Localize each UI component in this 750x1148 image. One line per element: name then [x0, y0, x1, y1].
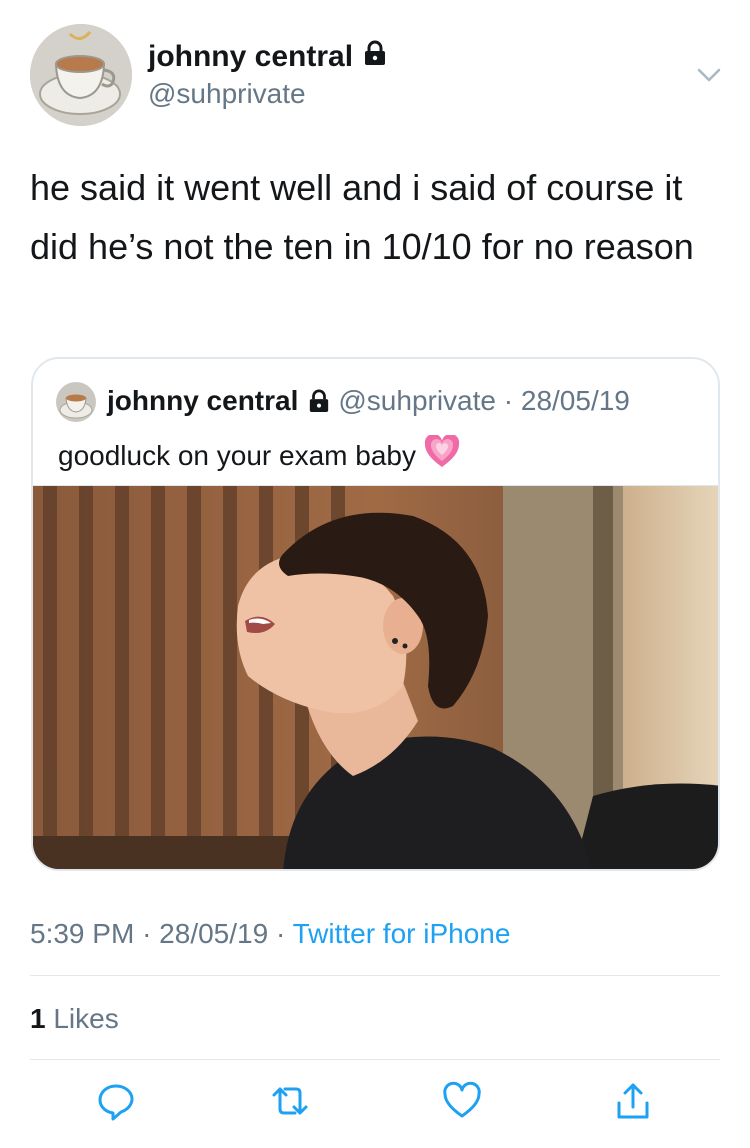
- separator-dot: ·: [275, 918, 293, 949]
- heart-icon[interactable]: [439, 1078, 485, 1124]
- likes-label: Likes: [53, 1003, 119, 1034]
- author-name-row[interactable]: johnny central: [148, 40, 387, 74]
- growing-heart-icon: [424, 433, 460, 476]
- quoted-author-name: johnny central: [107, 385, 299, 416]
- quoted-handle: @suhprivate: [338, 385, 496, 416]
- quoted-date: 28/05/19: [520, 385, 630, 416]
- author-name[interactable]: johnny central: [148, 40, 353, 74]
- lock-icon: [308, 389, 330, 413]
- likes-stat[interactable]: 1 Likes: [30, 1003, 119, 1035]
- author-handle[interactable]: @suhprivate: [148, 78, 306, 110]
- tweet-date[interactable]: 28/05/19: [159, 918, 268, 949]
- tweet-source-link[interactable]: Twitter for iPhone: [293, 918, 511, 949]
- lock-icon: [363, 40, 387, 74]
- quoted-avatar: [56, 382, 96, 422]
- quoted-media-image[interactable]: [33, 485, 718, 869]
- reply-icon[interactable]: [93, 1078, 139, 1124]
- share-icon[interactable]: [610, 1078, 656, 1124]
- tweet-time[interactable]: 5:39 PM: [30, 918, 134, 949]
- author-avatar[interactable]: [30, 24, 132, 126]
- separator-dot: ·: [495, 385, 521, 416]
- divider: [30, 975, 720, 976]
- divider: [30, 1059, 720, 1060]
- tweet-timestamp-row: 5:39 PM · 28/05/19 · Twitter for iPhone: [30, 918, 510, 950]
- quoted-header: johnny central @suhprivate · 28/05/19: [107, 385, 630, 417]
- retweet-icon[interactable]: [267, 1078, 313, 1124]
- separator-dot: ·: [142, 918, 160, 949]
- quoted-tweet[interactable]: johnny central @suhprivate · 28/05/19 go…: [31, 357, 720, 871]
- quoted-text: goodluck on your exam baby: [58, 439, 416, 471]
- chevron-down-icon[interactable]: [694, 60, 724, 90]
- tweet-text: he said it went well and i said of cours…: [30, 167, 694, 267]
- tweet-actions: [0, 1078, 750, 1128]
- likes-count: 1: [30, 1003, 46, 1034]
- quoted-text-row: goodluck on your exam baby: [58, 433, 460, 476]
